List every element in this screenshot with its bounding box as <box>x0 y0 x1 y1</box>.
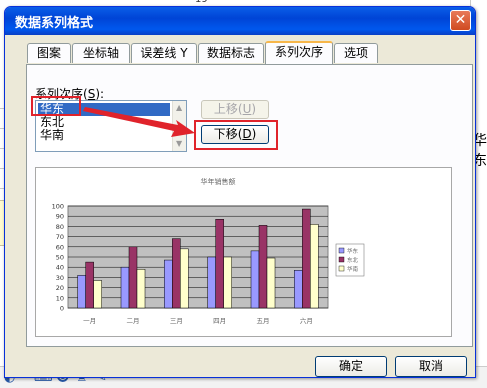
legend-label: 东北 <box>347 256 359 264</box>
bar <box>250 250 260 309</box>
y-tick-label: 30 <box>56 274 64 282</box>
bar <box>180 248 189 309</box>
tab-axis[interactable]: 坐标轴 <box>72 43 130 63</box>
dialog-title: 数据系列格式 <box>15 16 94 31</box>
y-tick-label: 100 <box>52 203 64 211</box>
close-button[interactable]: ✕ <box>450 10 471 31</box>
chart-preview: 华年销售额 0 10 20 30 40 50 60 70 80 90 100 一月 二月 三月 四月 五月 六月 华… <box>35 167 452 337</box>
tab-patterns[interactable]: 图案 <box>27 43 71 63</box>
cancel-button[interactable]: 取消 <box>395 356 467 377</box>
bar <box>85 261 94 309</box>
tab-error-bars[interactable]: 误差线 Y <box>131 43 197 63</box>
x-tick-label: 五月 <box>257 317 270 325</box>
legend-swatch <box>338 256 345 263</box>
bar <box>294 270 303 309</box>
highlight-box-selected-item <box>31 96 81 116</box>
bar <box>258 225 268 309</box>
format-series-dialog: 数据系列格式 ✕ 图案 坐标轴 误差线 Y 数据标志 系列次序 选项 系列次序(… <box>4 6 476 378</box>
y-tick-label: 60 <box>56 243 64 251</box>
close-icon: ✕ <box>454 12 467 28</box>
bar <box>266 257 276 309</box>
bar <box>128 246 138 309</box>
x-tick-label: 二月 <box>127 317 140 325</box>
legend-label: 华东 <box>347 247 359 255</box>
legend-swatch <box>338 247 345 254</box>
chart-canvas: 华年销售额 0 10 20 30 40 50 60 70 80 90 100 一月 二月 三月 四月 五月 六月 华… <box>52 177 365 325</box>
y-tick-label: 20 <box>56 284 64 292</box>
x-tick-label: 一月 <box>83 317 96 325</box>
tab-options[interactable]: 选项 <box>334 43 378 63</box>
bar <box>164 259 173 309</box>
tab-data-labels[interactable]: 数据标志 <box>198 43 264 63</box>
y-tick-label: 50 <box>56 254 64 262</box>
bar <box>93 280 102 309</box>
bar <box>223 256 232 309</box>
bar <box>77 275 86 309</box>
x-tick-label: 三月 <box>170 317 183 325</box>
sheet-top-number: 19 <box>60 0 460 5</box>
y-tick-label: 40 <box>56 264 64 272</box>
bar <box>302 208 311 309</box>
tab-series-order[interactable]: 系列次序 <box>265 41 333 64</box>
y-tick-label: 10 <box>56 294 64 302</box>
legend-swatch <box>338 265 345 272</box>
x-tick-label: 四月 <box>213 317 226 325</box>
bar <box>207 256 216 309</box>
y-tick-label: 70 <box>56 233 64 241</box>
dialog-titlebar[interactable]: 数据系列格式 ✕ <box>5 7 475 35</box>
bar <box>120 266 130 309</box>
bar <box>215 219 224 309</box>
bar <box>310 224 319 309</box>
y-tick-label: 0 <box>60 305 64 313</box>
x-tick-label: 六月 <box>300 316 313 325</box>
list-item[interactable]: 华南 <box>38 129 64 142</box>
legend-label: 华南 <box>347 265 359 273</box>
chart-title: 华年销售额 <box>201 177 236 186</box>
y-tick-label: 80 <box>56 223 64 231</box>
bar <box>172 238 181 309</box>
arrow-icon <box>83 107 195 137</box>
y-tick-label: 90 <box>56 213 64 221</box>
bar <box>136 268 146 309</box>
ok-button[interactable]: 确定 <box>315 356 387 377</box>
